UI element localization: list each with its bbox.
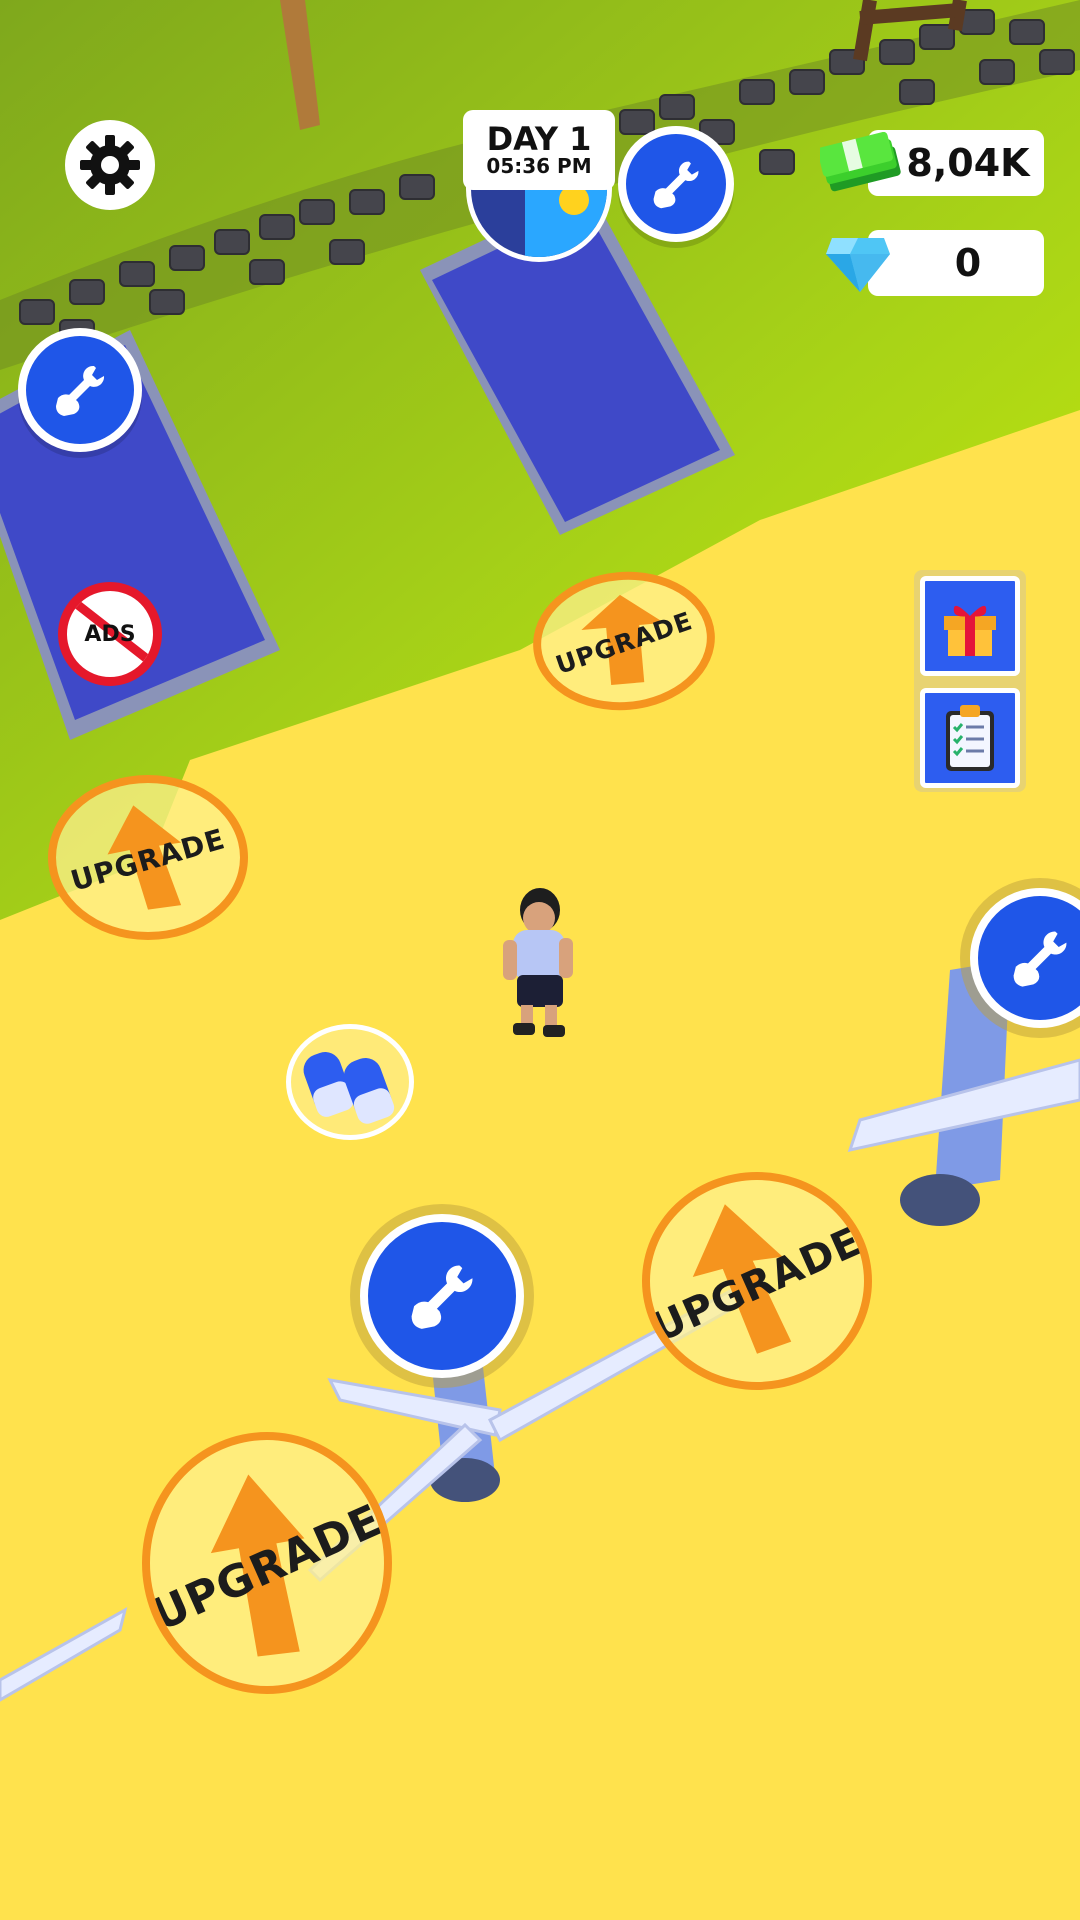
upgrade-pad-4[interactable]: UPGRADE	[142, 1432, 392, 1694]
repair-button-panel-middle[interactable]	[618, 126, 734, 242]
gem-value: 0	[954, 241, 982, 285]
time-label: 05:36 PM	[486, 154, 592, 178]
gift-icon	[944, 605, 996, 656]
repair-button-panel-left[interactable]	[18, 328, 142, 452]
wrench-fist-icon	[653, 161, 699, 209]
wrench-fist-icon	[56, 365, 105, 416]
wrench-fist-icon	[1013, 931, 1067, 987]
player-character[interactable]	[495, 880, 585, 1040]
cash-icon	[820, 132, 901, 192]
no-ads-button[interactable]: ADS	[58, 582, 162, 686]
sneakers-icon	[303, 1052, 395, 1124]
wrench-fist-icon	[411, 1265, 473, 1329]
upgrade-pad-1[interactable]: UPGRADE	[527, 564, 721, 718]
cash-value: 8,04K	[906, 141, 1030, 185]
tasks-button[interactable]	[920, 688, 1020, 788]
clipboard-icon	[946, 705, 994, 771]
settings-button[interactable]	[65, 120, 155, 210]
gear-icon	[80, 135, 140, 195]
gem-counter: 0	[868, 230, 1044, 296]
upgrade-pad-3[interactable]: UPGRADE	[642, 1172, 872, 1390]
ads-label: ADS	[84, 621, 136, 647]
repair-button-turbine-left[interactable]	[360, 1214, 524, 1378]
upgrade-pad-2[interactable]: UPGRADE	[48, 775, 248, 940]
diamond-icon	[826, 238, 890, 292]
gift-button[interactable]	[920, 576, 1020, 676]
day-label: DAY 1	[486, 120, 592, 158]
sneakers-pickup[interactable]	[286, 1024, 414, 1140]
game-scene: UPGRADE UPGRADE UPGRADE UPGRADE DAY 1 05…	[0, 0, 1080, 1920]
day-time-card: DAY 1 05:36 PM	[463, 110, 615, 190]
